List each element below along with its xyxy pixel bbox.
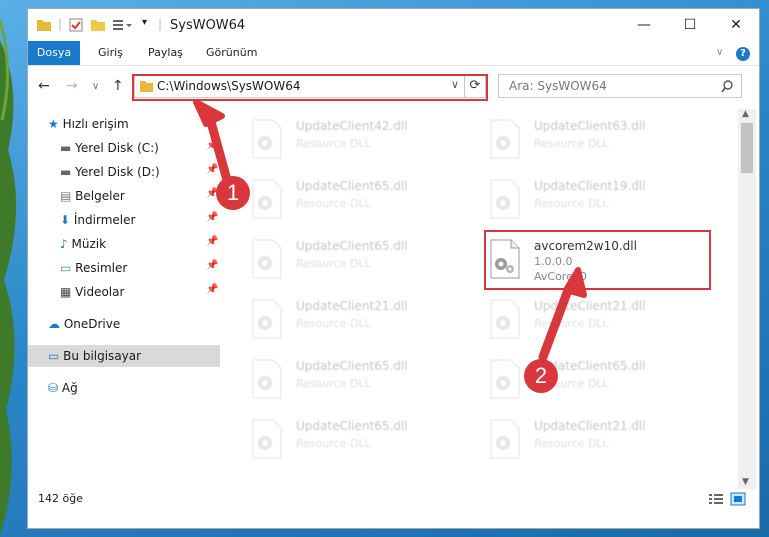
annotation-arrows (193, 99, 587, 362)
step-badge-1: 1 (216, 176, 250, 210)
step-badge-2: 2 (524, 359, 558, 393)
